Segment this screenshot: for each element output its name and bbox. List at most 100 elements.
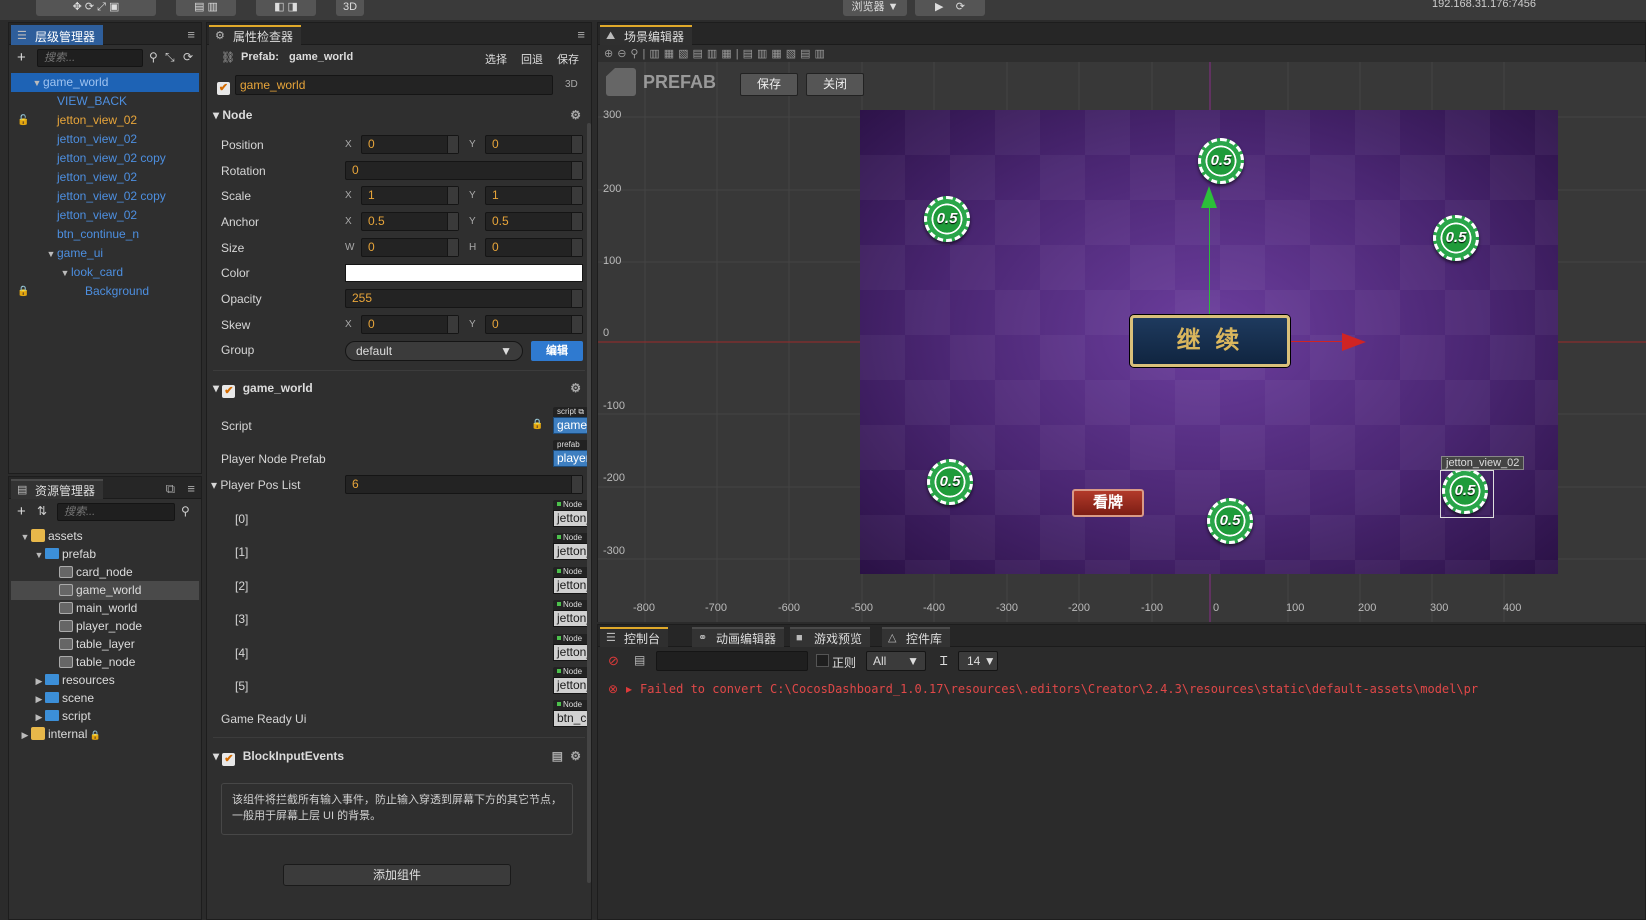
asset-item[interactable]: card_node (11, 563, 199, 582)
prefab-close-button[interactable]: 关闭 (806, 73, 864, 96)
tab-hierarchy[interactable]: ☰ 层级管理器 (11, 25, 104, 45)
gizmo-tools[interactable]: ◧ ◨ (256, 0, 316, 16)
btn-look-card[interactable]: 看牌 (1072, 489, 1144, 517)
mode-3d-button[interactable]: 3D (336, 0, 364, 16)
search-icon[interactable]: ⚲ (181, 504, 190, 518)
transform-tools[interactable]: ✥ ⟳ ⤢ ▣ (36, 0, 156, 16)
preview-platform-select[interactable]: 浏览器 ▼ (843, 0, 907, 16)
gear-icon[interactable]: ⚙ (570, 377, 581, 399)
chevron-down-icon[interactable]: ▼ (59, 264, 71, 283)
opacity-input[interactable]: 255 (345, 289, 583, 308)
tab-widget-library[interactable]: △ 控件库 (882, 627, 951, 647)
asset-item[interactable]: ▶ scene (11, 689, 199, 708)
hierarchy-search-input[interactable]: 搜索... (37, 49, 143, 67)
regex-checkbox[interactable] (816, 654, 829, 667)
asset-item[interactable]: player_node (11, 617, 199, 636)
scene-toolbar[interactable]: ⊕⊖⚲|▥▦▧▤▥▦|▤▥▦▧▤▥ (598, 45, 1645, 63)
inspector-scrollbar[interactable] (587, 123, 591, 883)
scale-y-input[interactable]: 1 (485, 186, 583, 205)
gizmo-y-arrow-icon[interactable] (1201, 186, 1217, 208)
hierarchy-node[interactable]: jetton_view_02 (11, 130, 199, 149)
popout-icon[interactable]: ⧉ (166, 481, 175, 497)
position-y-input[interactable]: 0 (485, 135, 583, 154)
prefab-save-button[interactable]: 保存 (740, 73, 798, 96)
panel-menu-icon[interactable]: ≡ (187, 27, 195, 42)
chevron-down-icon[interactable]: ▼ (31, 74, 43, 93)
refresh-icon[interactable]: ⟳ (956, 1, 965, 13)
asset-item[interactable]: ▶ script (11, 707, 199, 726)
search-icon[interactable]: ⚲ (149, 50, 158, 64)
anchor-x-input[interactable]: 0.5 (361, 212, 459, 231)
tab-scene-editor[interactable]: ⛰ 场景编辑器 (600, 25, 693, 45)
game-world-component-header[interactable]: ▾ ✔ game_world ⚙ (213, 377, 585, 399)
panel-menu-icon[interactable]: ≡ (577, 27, 585, 42)
node-active-checkbox[interactable]: ✔ (217, 78, 234, 95)
tab-game-preview[interactable]: ■ 游戏预览 (790, 627, 871, 647)
align-tools[interactable]: ▤ ▥ (176, 0, 236, 16)
add-node-icon[interactable]: + (17, 49, 26, 66)
panel-menu-icon[interactable]: ≡ (187, 481, 195, 496)
component-enabled-checkbox[interactable]: ✔ (222, 385, 236, 398)
font-size-select[interactable]: 14 ▼ (958, 651, 998, 671)
console-filter-input[interactable] (656, 651, 808, 671)
size-h-input[interactable]: 0 (485, 238, 583, 257)
skew-y-input[interactable]: 0 (485, 315, 583, 334)
hierarchy-node[interactable]: jetton_view_02 copy (11, 187, 199, 206)
hierarchy-node[interactable]: jetton_view_02 (11, 168, 199, 187)
pos-list-count-input[interactable]: 6 (345, 475, 583, 494)
hierarchy-node[interactable]: jetton_view_02 copy (11, 149, 199, 168)
3d-toggle[interactable]: 3D (565, 79, 578, 90)
hierarchy-node[interactable]: ▼ look_card (11, 263, 199, 282)
block-input-component-header[interactable]: ▾ ✔ BlockInputEvents ▤ ⚙ (213, 745, 585, 767)
gear-icon[interactable]: ⚙ (570, 745, 581, 767)
hierarchy-node[interactable]: ▼ game_ui (11, 244, 199, 263)
assets-search-input[interactable]: 搜索... (57, 503, 175, 521)
unlock-icon[interactable]: 🔓 (17, 111, 29, 130)
clear-console-icon[interactable]: ⊘ (608, 653, 619, 669)
play-controls[interactable]: ▶ ⟳ (915, 0, 985, 16)
chip-jetton-view[interactable]: 0.5 (927, 459, 973, 505)
rotation-input[interactable]: 0 (345, 161, 583, 180)
chip-jetton-view[interactable]: 0.5 (1433, 215, 1479, 261)
tab-assets[interactable]: ▤ 资源管理器 (11, 479, 104, 499)
add-asset-icon[interactable]: + (17, 503, 26, 520)
hierarchy-node[interactable]: VIEW_BACK (11, 92, 199, 111)
prefab-select-button[interactable]: 选择 (485, 51, 507, 67)
size-w-input[interactable]: 0 (361, 238, 459, 257)
asset-item[interactable]: ▶ resources (11, 671, 199, 690)
color-swatch[interactable] (345, 264, 583, 282)
hierarchy-node[interactable]: 🔓 jetton_view_02 (11, 111, 199, 130)
collapse-icon[interactable]: ⤡ (165, 50, 175, 65)
hierarchy-node[interactable]: jetton_view_02 (11, 206, 199, 225)
chevron-down-icon[interactable]: ▾ (211, 478, 217, 492)
gizmo-x-arrow-icon[interactable] (1342, 333, 1366, 351)
tab-inspector[interactable]: ⚙ 属性检查器 (209, 25, 302, 45)
log-file-icon[interactable]: ▤ (634, 653, 645, 667)
play-icon[interactable]: ▶ (935, 1, 943, 13)
component-enabled-checkbox[interactable]: ✔ (222, 753, 236, 766)
chip-jetton-view[interactable]: 0.5 (1198, 138, 1244, 184)
log-level-select[interactable]: All ▼ (866, 651, 926, 671)
btn-continue[interactable]: 继 续 (1130, 315, 1290, 367)
hierarchy-node[interactable]: 🔒 Background (11, 282, 199, 301)
skew-x-input[interactable]: 0 (361, 315, 459, 334)
console-error-message[interactable]: Failed to convert C:\CocosDashboard_1.0.… (640, 682, 1645, 696)
prefab-revert-button[interactable]: 回退 (521, 51, 543, 67)
group-edit-button[interactable]: 编辑 (531, 341, 583, 361)
chevron-down-icon[interactable]: ▼ (45, 245, 57, 264)
gear-icon[interactable]: ⚙ (570, 104, 581, 126)
asset-item[interactable]: ▼ assets (11, 527, 199, 546)
prefab-save-button[interactable]: 保存 (557, 51, 579, 67)
position-x-input[interactable]: 0 (361, 135, 459, 154)
chevron-right-icon[interactable]: ▶ (19, 726, 31, 745)
lock-icon[interactable]: 🔒 (17, 282, 29, 301)
group-select[interactable]: default ▼ (345, 341, 523, 361)
chip-jetton-view[interactable]: 0.5 (1207, 498, 1253, 544)
expand-icon[interactable]: ▸ (626, 682, 632, 696)
anchor-y-input[interactable]: 0.5 (485, 212, 583, 231)
chip-jetton-view[interactable]: 0.5 (924, 196, 970, 242)
sort-icon[interactable]: ⇅ (37, 504, 47, 518)
refresh-icon[interactable]: ⟳ (183, 50, 193, 64)
hierarchy-node[interactable]: ▼ game_world (11, 73, 199, 92)
node-name-input[interactable]: game_world (235, 75, 553, 95)
